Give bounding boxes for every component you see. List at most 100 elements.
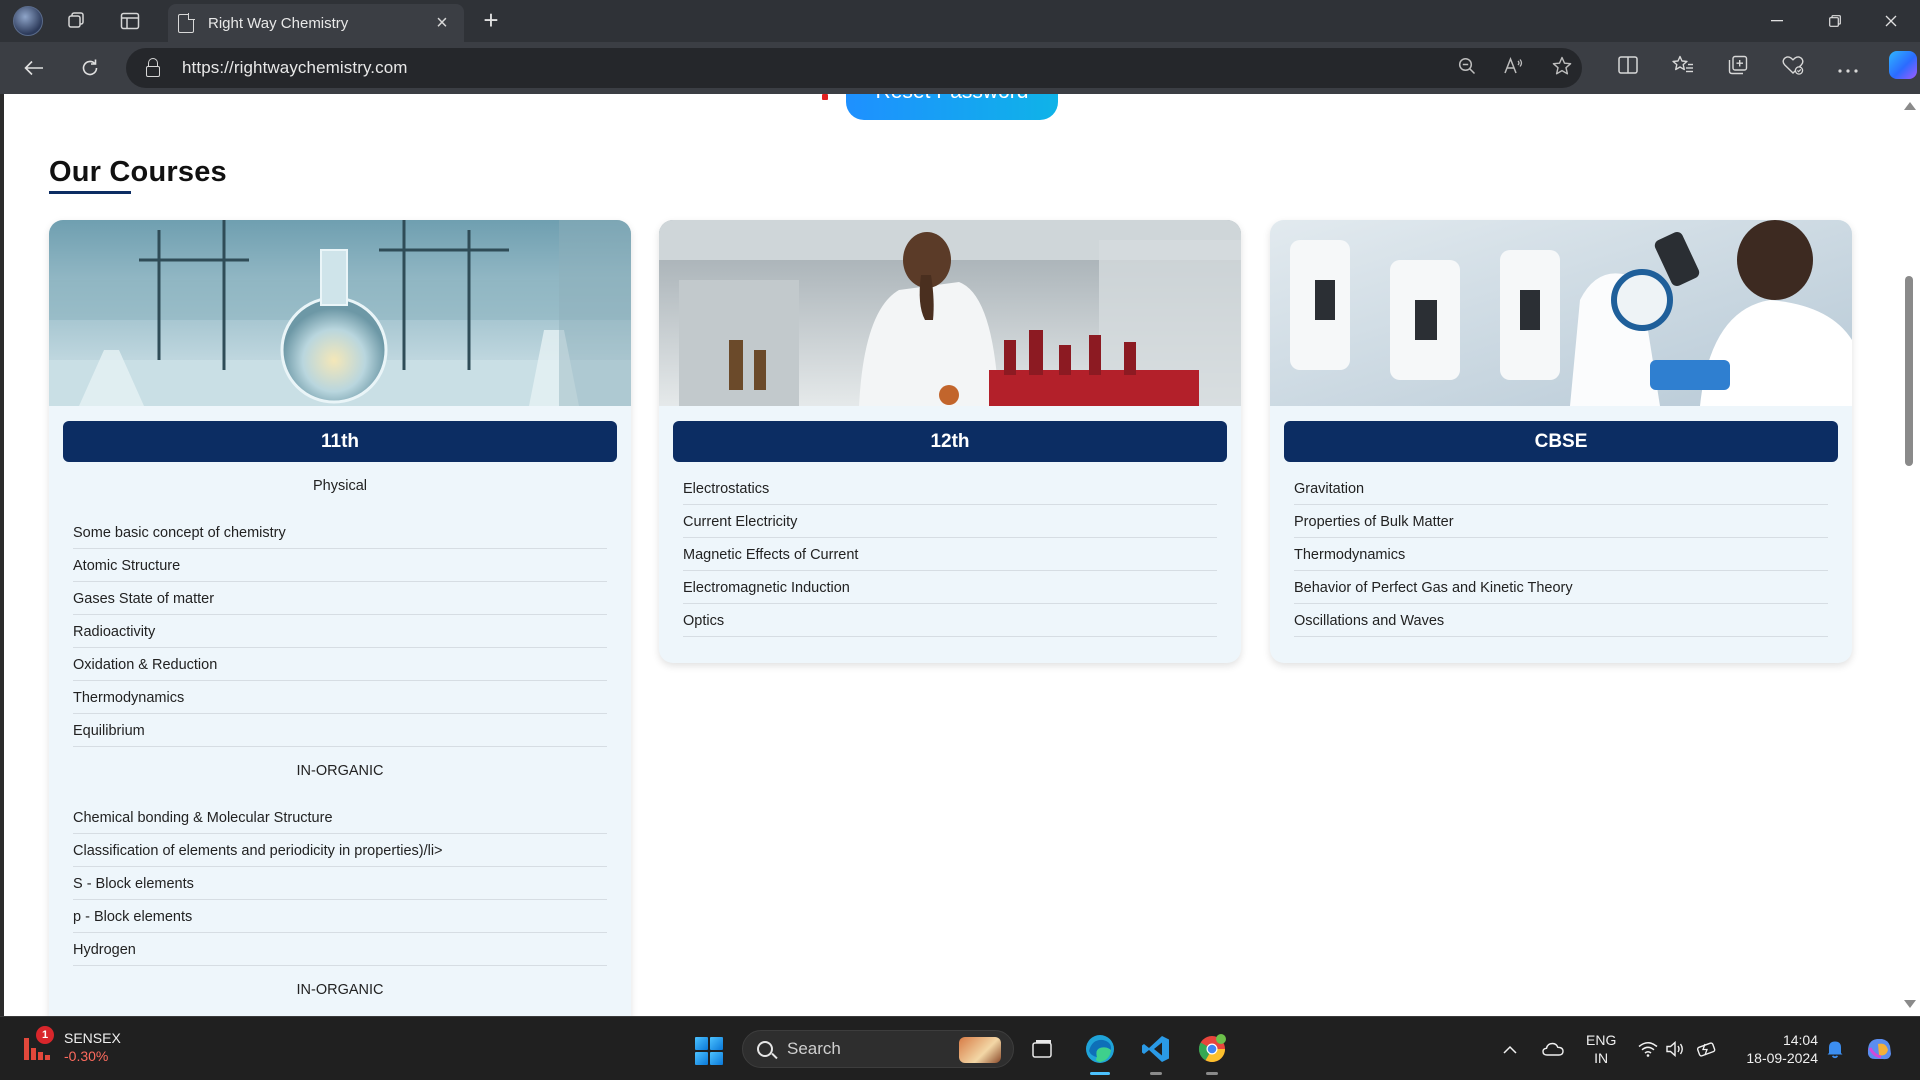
more-options-icon[interactable]: [1820, 57, 1875, 79]
tab-title: Right Way Chemistry: [208, 14, 349, 32]
browser-essentials-icon[interactable]: [1765, 55, 1820, 81]
group-heading-inorganic-2: IN-ORGANIC: [296, 982, 384, 998]
favorites-icon[interactable]: [1655, 55, 1710, 81]
restore-button[interactable]: [1806, 0, 1864, 42]
battery-icon[interactable]: [1696, 1017, 1718, 1080]
url-text[interactable]: https://rightwaychemistry.com: [182, 58, 408, 78]
search-icon: [757, 1041, 773, 1057]
list-item[interactable]: Current Electricity: [683, 505, 1217, 538]
search-placeholder: Search: [787, 1039, 841, 1058]
vscode-icon[interactable]: [1138, 1031, 1174, 1075]
widget-name: SENSEX: [64, 1030, 121, 1046]
language-code: ENG: [1586, 1032, 1617, 1048]
list-item[interactable]: Optics: [683, 604, 1217, 637]
title-underline: [49, 191, 131, 194]
list-item[interactable]: p - Block elements: [73, 900, 607, 933]
favorite-star-icon[interactable]: [1552, 56, 1572, 81]
system-clock[interactable]: 14:04 18-09-2024: [1738, 1031, 1818, 1067]
list-item[interactable]: Thermodynamics: [73, 681, 607, 714]
list-item[interactable]: Hydrogen: [73, 933, 607, 966]
page-scrollbar[interactable]: [1898, 94, 1920, 1016]
topic-list-cbse: Gravitation Properties of Bulk Matter Th…: [1294, 472, 1828, 637]
topic-list-physical: Some basic concept of chemistry Atomic S…: [73, 516, 607, 747]
stock-widget[interactable]: 1 SENSEX -0.30%: [22, 1026, 121, 1065]
browser-titlebar: Right Way Chemistry × +: [0, 0, 1920, 42]
widget-value: -0.30%: [64, 1048, 109, 1064]
split-screen-icon[interactable]: [1600, 56, 1655, 80]
address-bar[interactable]: https://rightwaychemistry.com: [126, 48, 1582, 88]
topic-list-inorganic: Chemical bonding & Molecular Structure C…: [73, 801, 607, 966]
notification-badge: 1: [36, 1026, 54, 1044]
windows-taskbar: 1 SENSEX -0.30% Search ENG IN 14:04 18-0…: [0, 1016, 1920, 1080]
minimize-button[interactable]: [1748, 0, 1806, 42]
list-item[interactable]: Properties of Bulk Matter: [1294, 505, 1828, 538]
course-title-11th: 11th: [63, 421, 617, 462]
course-card-12th: 12th Electrostatics Current Electricity …: [659, 220, 1241, 663]
volume-icon[interactable]: [1666, 1017, 1686, 1080]
profile-avatar: [13, 6, 43, 36]
stock-chart-icon: 1: [22, 1026, 54, 1062]
refresh-button[interactable]: [72, 50, 108, 86]
list-item[interactable]: Gravitation: [1294, 472, 1828, 505]
clock-time: 14:04: [1782, 1032, 1818, 1048]
list-item[interactable]: Equilibrium: [73, 714, 607, 747]
workspaces-icon[interactable]: [54, 0, 98, 42]
taskbar-search[interactable]: Search: [742, 1030, 1014, 1068]
list-item[interactable]: Thermodynamics: [1294, 538, 1828, 571]
language-indicator[interactable]: ENG IN: [1586, 1031, 1616, 1067]
list-item[interactable]: Chemical bonding & Molecular Structure: [73, 801, 607, 834]
page-icon: [178, 12, 195, 33]
wifi-icon[interactable]: [1638, 1017, 1658, 1080]
windows-start-icon[interactable]: [695, 1037, 723, 1065]
show-hidden-icons-chevron-icon[interactable]: [1503, 1017, 1517, 1080]
lock-icon[interactable]: [146, 57, 160, 77]
course-title-12th: 12th: [673, 421, 1227, 462]
list-item[interactable]: S - Block elements: [73, 867, 607, 900]
region-code: IN: [1594, 1050, 1609, 1066]
scroll-thumb[interactable]: [1905, 276, 1913, 466]
list-item[interactable]: Magnetic Effects of Current: [683, 538, 1217, 571]
profile-button[interactable]: [6, 0, 50, 42]
task-view-icon[interactable]: [1024, 1031, 1060, 1067]
back-button[interactable]: [16, 50, 52, 86]
group-heading-inorganic: IN-ORGANIC: [296, 763, 384, 779]
notification-bell-icon[interactable]: [1826, 1017, 1844, 1080]
search-highlight-image: [959, 1037, 1001, 1063]
tab-close-icon[interactable]: ×: [430, 12, 454, 35]
web-page: Reset Password Our Courses: [4, 94, 1900, 1016]
course-card-cbse: CBSE Gravitation Properties of Bulk Matt…: [1270, 220, 1852, 663]
course-image-microscope: [1270, 220, 1852, 406]
list-item[interactable]: Radioactivity: [73, 615, 607, 648]
copilot-taskbar-icon[interactable]: [1864, 1017, 1894, 1080]
error-marker: [822, 94, 828, 100]
list-item[interactable]: Electromagnetic Induction: [683, 571, 1217, 604]
list-item[interactable]: Oscillations and Waves: [1294, 604, 1828, 637]
list-item[interactable]: Atomic Structure: [73, 549, 607, 582]
scroll-down-arrow-icon[interactable]: [1904, 1000, 1916, 1008]
list-item[interactable]: Electrostatics: [683, 472, 1217, 505]
collections-icon[interactable]: [1710, 55, 1765, 81]
course-image-lab-glassware: [49, 220, 631, 406]
edge-browser-icon[interactable]: [1082, 1031, 1118, 1075]
browser-toolbar: https://rightwaychemistry.com: [0, 42, 1920, 94]
section-title: Our Courses: [49, 156, 227, 188]
list-item[interactable]: Behavior of Perfect Gas and Kinetic Theo…: [1294, 571, 1828, 604]
vertical-tabs-icon[interactable]: [108, 0, 152, 42]
close-window-button[interactable]: [1862, 0, 1920, 42]
zoom-icon[interactable]: [1458, 57, 1476, 80]
list-item[interactable]: Classification of elements and periodici…: [73, 834, 607, 867]
read-aloud-icon[interactable]: [1504, 56, 1524, 80]
chrome-icon[interactable]: [1194, 1031, 1230, 1075]
tab-right-way-chemistry[interactable]: Right Way Chemistry ×: [168, 4, 464, 42]
course-title-cbse: CBSE: [1284, 421, 1838, 462]
course-card-11th: 11th Physical Some basic concept of chem…: [49, 220, 631, 1016]
list-item[interactable]: Some basic concept of chemistry: [73, 516, 607, 549]
new-tab-button[interactable]: +: [476, 6, 506, 36]
scroll-up-arrow-icon[interactable]: [1904, 102, 1916, 110]
onedrive-cloud-icon[interactable]: [1542, 1017, 1564, 1080]
list-item[interactable]: Oxidation & Reduction: [73, 648, 607, 681]
copilot-icon[interactable]: [1875, 51, 1920, 85]
topic-list-12th: Electrostatics Current Electricity Magne…: [683, 472, 1217, 637]
list-item[interactable]: Gases State of matter: [73, 582, 607, 615]
reset-password-button[interactable]: Reset Password: [846, 94, 1058, 120]
